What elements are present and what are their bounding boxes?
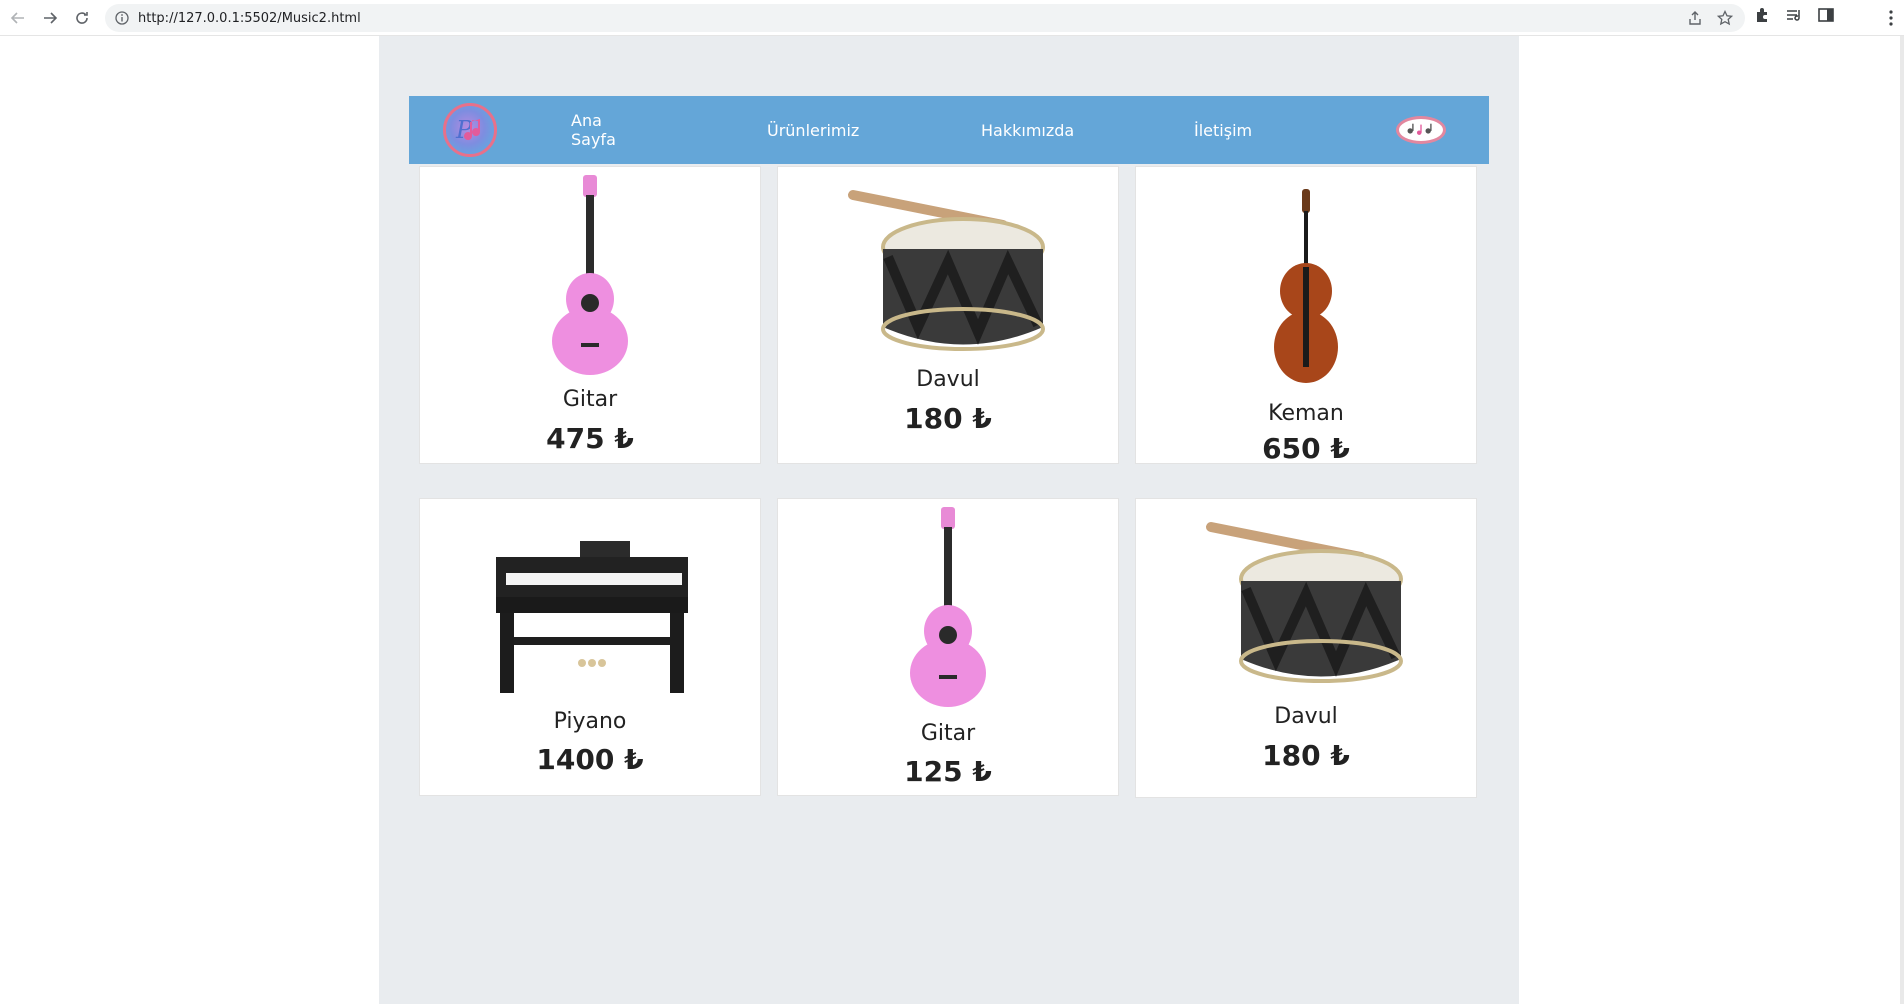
nav-link-about[interactable]: Hakkımızda bbox=[981, 121, 1074, 140]
guitar-icon bbox=[552, 175, 628, 375]
product-price: 475 ₺ bbox=[546, 422, 634, 455]
url-text: http://127.0.0.1:5502/Music2.html bbox=[138, 10, 361, 26]
browser-toolbar: http://127.0.0.1:5502/Music2.html bbox=[0, 0, 1904, 36]
bookmark-star-icon[interactable] bbox=[1717, 10, 1733, 26]
reload-icon[interactable] bbox=[70, 6, 94, 30]
reading-list-icon[interactable] bbox=[1785, 6, 1803, 24]
product-name: Gitar bbox=[562, 387, 618, 412]
back-icon[interactable] bbox=[6, 6, 30, 30]
address-bar[interactable]: http://127.0.0.1:5502/Music2.html bbox=[105, 4, 1745, 32]
browser-menu-icon[interactable] bbox=[1888, 8, 1894, 28]
product-name: Keman bbox=[1268, 401, 1344, 426]
product-price: 180 ₺ bbox=[1262, 739, 1350, 772]
guitar-icon bbox=[910, 507, 986, 707]
product-card[interactable]: Piyano 1400 ₺ bbox=[419, 498, 761, 796]
nav-link-products[interactable]: Ürünlerimiz bbox=[767, 121, 859, 140]
product-card[interactable]: Gitar 475 ₺ bbox=[419, 166, 761, 464]
product-card[interactable]: Davul 180 ₺ bbox=[1135, 498, 1477, 798]
main-navbar: P Ana Sayfa Ürünlerimiz Hakkımızda İleti… bbox=[409, 96, 1489, 164]
product-price: 650 ₺ bbox=[1262, 432, 1350, 465]
nav-link-home[interactable]: Ana Sayfa bbox=[571, 111, 616, 149]
product-price: 125 ₺ bbox=[904, 755, 992, 788]
share-icon[interactable] bbox=[1687, 10, 1703, 26]
page-container: P Ana Sayfa Ürünlerimiz Hakkımızda İleti… bbox=[379, 36, 1519, 1004]
violin-icon bbox=[1274, 189, 1338, 383]
nav-link-contact[interactable]: İletişim bbox=[1194, 121, 1252, 140]
product-card[interactable]: Keman 650 ₺ bbox=[1135, 166, 1477, 465]
product-price: 1400 ₺ bbox=[536, 743, 644, 776]
product-card[interactable]: Davul 180 ₺ bbox=[777, 166, 1119, 464]
extensions-icon[interactable] bbox=[1753, 6, 1771, 24]
page-scrollbar[interactable] bbox=[1900, 36, 1904, 1004]
product-name: Piyano bbox=[553, 709, 627, 734]
drum-icon bbox=[848, 190, 1045, 351]
product-name: Gitar bbox=[920, 721, 976, 746]
drum-icon bbox=[1206, 522, 1403, 683]
music-logo-icon[interactable]: P bbox=[443, 103, 497, 157]
product-card[interactable]: Gitar 125 ₺ bbox=[777, 498, 1119, 796]
forward-icon[interactable] bbox=[38, 6, 62, 30]
piano-icon bbox=[496, 541, 688, 693]
music-notes-icon[interactable] bbox=[1396, 116, 1446, 144]
product-name: Davul bbox=[916, 367, 980, 392]
product-name: Davul bbox=[1274, 704, 1338, 729]
site-info-icon[interactable] bbox=[115, 11, 129, 25]
side-panel-icon[interactable] bbox=[1817, 6, 1835, 24]
product-price: 180 ₺ bbox=[904, 402, 992, 435]
page-viewport: P Ana Sayfa Ürünlerimiz Hakkımızda İleti… bbox=[0, 36, 1904, 1004]
